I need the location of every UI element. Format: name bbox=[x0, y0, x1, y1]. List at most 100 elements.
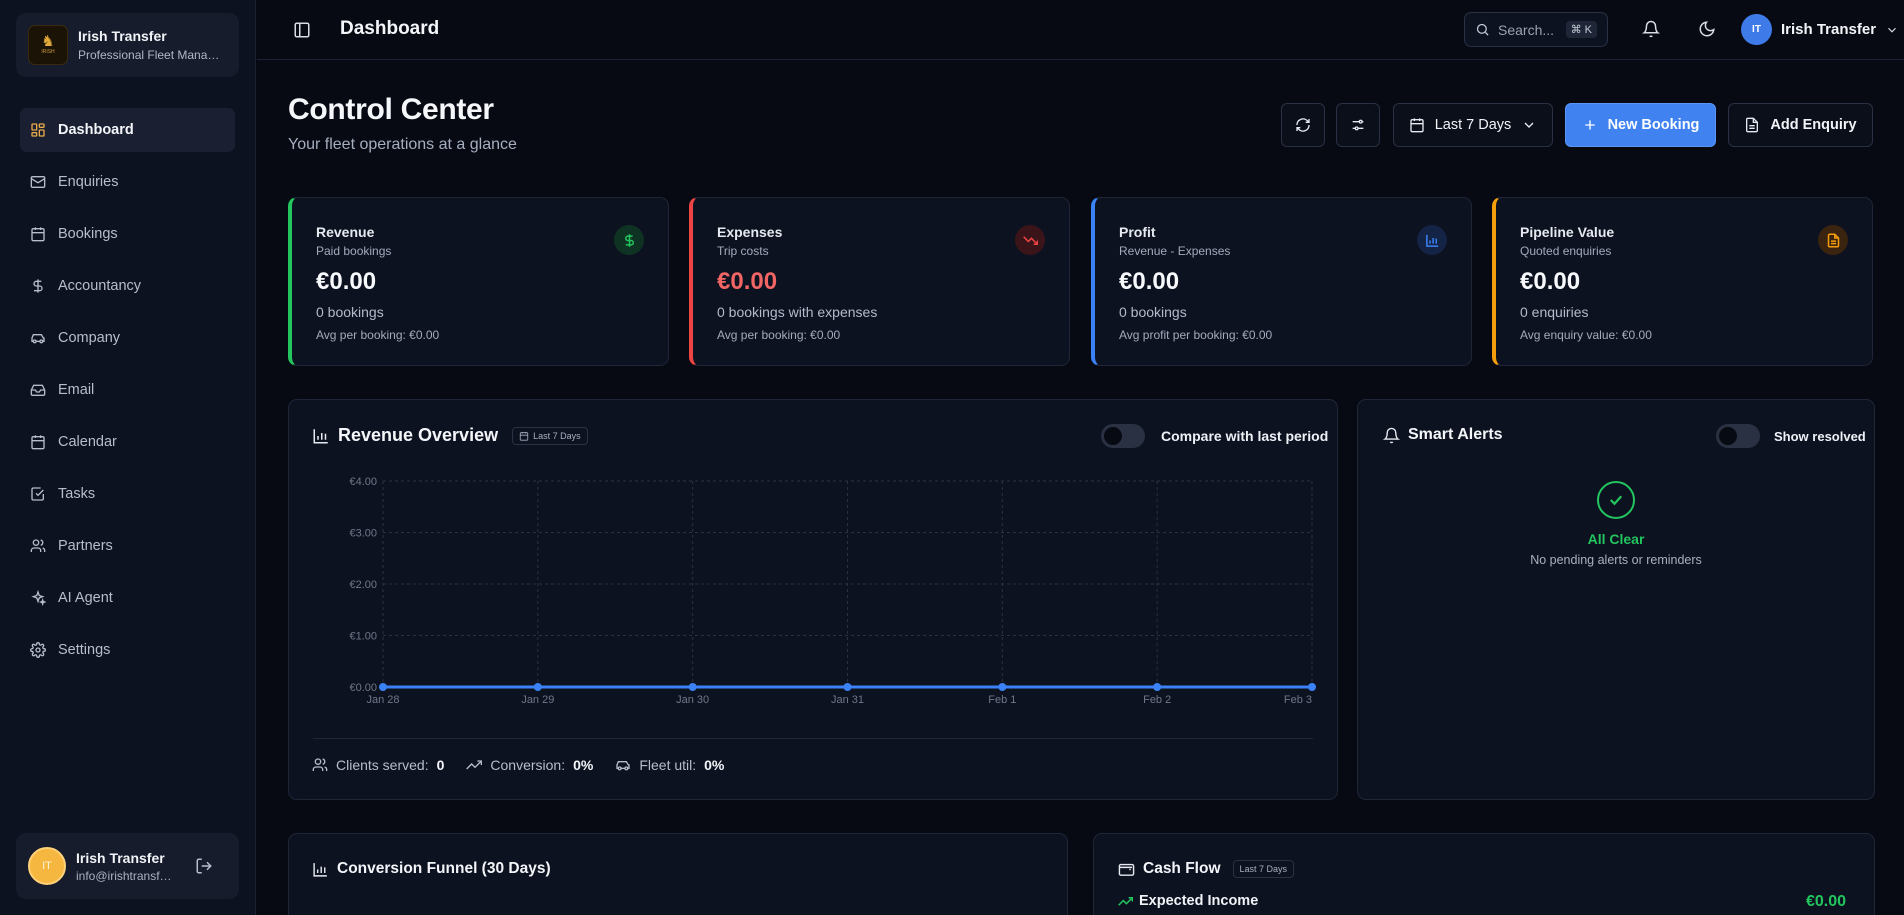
sidebar-item-company[interactable]: Company bbox=[20, 316, 235, 360]
document-icon bbox=[1746, 117, 1759, 133]
bar-chart-icon bbox=[313, 862, 327, 877]
sidebar-item-label: Tasks bbox=[58, 486, 96, 502]
data-point bbox=[998, 683, 1007, 691]
sidebar-item-label: Bookings bbox=[58, 226, 118, 242]
sidebar-item-label: Calendar bbox=[58, 434, 117, 450]
user-name: Irish Transfer bbox=[76, 849, 165, 866]
bar-chart-icon bbox=[1425, 234, 1438, 247]
all-clear-text: No pending alerts or reminders bbox=[1530, 553, 1702, 567]
wallet-icon bbox=[1118, 863, 1135, 876]
kpi-card-pipeline-value[interactable]: Pipeline Value Quoted enquiries €0.00 0 … bbox=[1492, 197, 1873, 366]
sidebar-user-card[interactable]: IT Irish Transfer info@irishtransfers.co… bbox=[16, 833, 239, 899]
kpi-card-profit[interactable]: Profit Revenue - Expenses €0.00 0 bookin… bbox=[1091, 197, 1472, 366]
chevron-down-icon bbox=[1888, 27, 1896, 33]
x-tick-label: Jan 30 bbox=[676, 694, 709, 706]
fleet-util-label: Fleet util: bbox=[639, 757, 697, 773]
sidebar-nav: Dashboard Enquiries Bookings Accountancy… bbox=[20, 108, 235, 680]
smart-alerts-header: Smart Alerts bbox=[1383, 426, 1503, 444]
compare-toggle-label: Compare with last period bbox=[1161, 428, 1329, 444]
user-menu[interactable]: IT Irish Transfer bbox=[1741, 14, 1899, 45]
mail-icon bbox=[30, 176, 46, 188]
users-icon bbox=[30, 539, 46, 552]
x-tick-label: Feb 3 bbox=[1284, 694, 1312, 706]
data-point bbox=[379, 683, 387, 691]
compare-toggle[interactable] bbox=[1101, 424, 1145, 448]
sidebar-item-label: Company bbox=[58, 330, 121, 346]
kpi-icon-badge bbox=[614, 225, 644, 255]
show-resolved-toggle[interactable] bbox=[1716, 424, 1760, 448]
calendar-icon bbox=[31, 435, 45, 450]
clients-served-value: 0 bbox=[436, 757, 445, 773]
avatar: IT bbox=[1741, 14, 1772, 45]
sidebar-toggle-icon[interactable] bbox=[293, 21, 311, 39]
x-tick-label: Jan 29 bbox=[521, 694, 554, 706]
revenue-stats-row: Clients served: 0 Conversion: 0% Fleet u… bbox=[312, 757, 738, 773]
calendar-icon bbox=[519, 431, 529, 441]
trending-up-icon bbox=[1118, 896, 1133, 906]
date-range-label: Last 7 Days bbox=[1434, 117, 1512, 133]
sidebar-item-email[interactable]: Email bbox=[20, 368, 235, 412]
brand-card[interactable]: ♞ IRISH Irish Transfer Professional Flee… bbox=[16, 13, 239, 77]
sidebar-item-settings[interactable]: Settings bbox=[20, 628, 235, 672]
sidebar-item-label: Dashboard bbox=[58, 122, 134, 138]
calendar-icon bbox=[1410, 118, 1424, 133]
panel-title: Conversion Funnel (30 Days) bbox=[337, 860, 551, 877]
brand-name: Irish Transfer bbox=[78, 28, 167, 44]
sidebar-item-bookings[interactable]: Bookings bbox=[20, 212, 235, 256]
user-email: info@irishtransfers.com bbox=[76, 868, 176, 883]
filter-button[interactable] bbox=[1336, 103, 1380, 147]
sidebar-item-tasks[interactable]: Tasks bbox=[20, 472, 235, 516]
kpi-card-revenue[interactable]: Revenue Paid bookings €0.00 0 bookings A… bbox=[288, 197, 669, 366]
plus-icon bbox=[1584, 120, 1595, 130]
kpi-value: €0.00 bbox=[1520, 268, 1581, 295]
revenue-line-chart: €0.00 €1.00 €2.00 €3.00 €4.00 Jan 28 Jan 29 Jan… bbox=[349, 476, 1316, 706]
kpi-value: €0.00 bbox=[316, 268, 377, 295]
date-range-select[interactable]: Last 7 Days bbox=[1393, 103, 1553, 147]
smart-alerts-panel bbox=[1357, 399, 1875, 800]
y-tick-label: €2.00 bbox=[349, 579, 377, 591]
y-tick-label: €4.00 bbox=[349, 476, 377, 488]
kpi-count: 0 bookings bbox=[1119, 304, 1187, 320]
show-resolved-row: Show resolved bbox=[1716, 424, 1866, 448]
sidebar-item-partners[interactable]: Partners bbox=[20, 524, 235, 568]
sidebar-item-ai-agent[interactable]: AI Agent bbox=[20, 576, 235, 620]
kpi-average: Avg per booking: €0.00 bbox=[316, 328, 440, 342]
search-input[interactable]: Search... ⌘ K bbox=[1464, 12, 1608, 47]
trending-down-icon bbox=[1022, 235, 1038, 245]
data-point bbox=[1308, 683, 1316, 691]
sliders-icon bbox=[1352, 119, 1364, 131]
kpi-icon-badge bbox=[1417, 225, 1447, 255]
x-tick-label: Feb 2 bbox=[1143, 694, 1171, 706]
new-booking-button[interactable]: New Booking bbox=[1565, 103, 1716, 147]
data-point bbox=[533, 683, 542, 691]
logout-icon[interactable] bbox=[195, 857, 213, 875]
clients-served-label: Clients served: bbox=[336, 757, 429, 773]
cash-flow-header: Cash Flow Last 7 Days bbox=[1118, 860, 1295, 878]
kpi-value: €0.00 bbox=[1119, 268, 1180, 295]
sidebar-item-enquiries[interactable]: Enquiries bbox=[20, 160, 235, 204]
bell-icon bbox=[1383, 427, 1400, 443]
sparkles-icon bbox=[31, 590, 46, 606]
topbar: Dashboard Search... ⌘ K IT Irish Transfe… bbox=[257, 0, 1904, 60]
dollar-icon bbox=[624, 233, 634, 247]
conversion-value: 0% bbox=[573, 757, 594, 773]
sidebar-item-label: Accountancy bbox=[58, 278, 142, 294]
show-resolved-label: Show resolved bbox=[1774, 428, 1866, 444]
kpi-icon-badge bbox=[1818, 225, 1848, 255]
kpi-average: Avg enquiry value: €0.00 bbox=[1520, 328, 1652, 342]
sidebar: ♞ IRISH Irish Transfer Professional Flee… bbox=[0, 0, 256, 915]
kpi-icon-badge bbox=[1015, 225, 1045, 255]
refresh-button[interactable] bbox=[1281, 103, 1325, 147]
sidebar-item-accountancy[interactable]: Accountancy bbox=[20, 264, 235, 308]
kpi-card-expenses[interactable]: Expenses Trip costs €0.00 0 bookings wit… bbox=[689, 197, 1070, 366]
moon-icon[interactable] bbox=[1698, 20, 1716, 38]
panel-title: Smart Alerts bbox=[1408, 426, 1503, 443]
range-chip: Last 7 Days bbox=[1232, 860, 1295, 878]
sidebar-item-dashboard[interactable]: Dashboard bbox=[20, 108, 235, 152]
sidebar-item-calendar[interactable]: Calendar bbox=[20, 420, 235, 464]
bell-icon[interactable] bbox=[1642, 20, 1660, 38]
add-enquiry-button[interactable]: Add Enquiry bbox=[1728, 103, 1873, 147]
panel-title: Revenue Overview bbox=[338, 425, 499, 445]
check-square-icon bbox=[31, 487, 44, 501]
divider bbox=[313, 738, 1313, 739]
